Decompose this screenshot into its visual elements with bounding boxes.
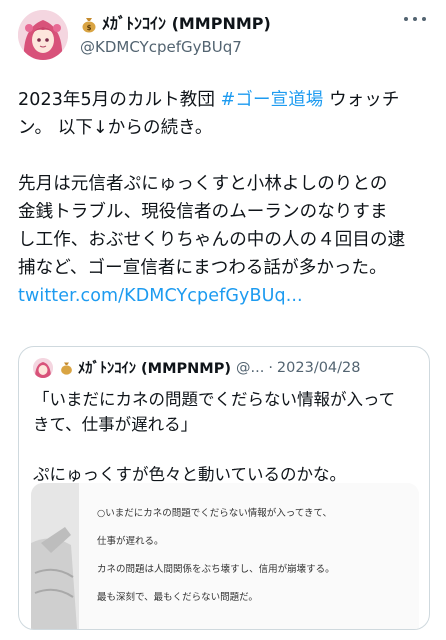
quoted-display-name-text: ﾒｶﾞﾄﾝｺｲﾝ (MMPNMP) [78, 361, 231, 377]
document-excerpt: ○いまだにカネの問題でくだらない情報が入ってきて、 仕事が遅れる。 カネの問題は… [79, 483, 419, 629]
tweet-line: 2023年5月のカルト教団 #ゴー宣道場 ウォッチ [18, 86, 430, 114]
tweet-line: ン。 以下↓からの続き。 [18, 118, 213, 138]
more-options-icon[interactable] [404, 14, 426, 24]
quoted-line: きて、仕事が遅れる」 [33, 415, 198, 434]
tweet-line: し工作、おぶせくりちゃんの中の人の４回目の逮 [18, 230, 406, 250]
author-handle[interactable]: @KDMCYcpefGyBUq7 [80, 37, 400, 57]
document-line: カネの問題は人間関係をぶち壊すし、信用が崩壊する。 [97, 564, 335, 575]
tweet-text-segment: ウォッチ [323, 90, 400, 110]
quoted-line: 「いまだにカネの問題でくだらない情報が入って [33, 390, 396, 409]
quoted-image[interactable]: ○いまだにカネの問題でくだらない情報が入ってきて、 仕事が遅れる。 カネの問題は… [31, 483, 419, 629]
document-line: 最も深刻で、最もくだらない問題だ。 [97, 592, 258, 603]
quoted-date[interactable]: 2023/04/28 [277, 360, 361, 376]
quoted-handle: @... [235, 359, 265, 376]
author-display-name-text: ﾒｶﾞﾄﾝｺｲﾝ (MMPNMP) [102, 14, 271, 33]
author-display-name[interactable]: $ ﾒｶﾞﾄﾝｺｲﾝ (MMPNMP) [80, 13, 400, 35]
avatar[interactable] [18, 10, 68, 60]
external-link[interactable]: twitter.com/KDMCYcpefGyBUq... [18, 286, 303, 306]
separator-dot: · [268, 359, 273, 376]
tweet-line: 捕など、ゴー宣信者にまつわる話が多かった。 [18, 258, 387, 278]
money-bag-icon: $ [80, 15, 98, 33]
quoted-tweet-text: 「いまだにカネの問題でくだらない情報が入って きて、仕事が遅れる」 ぷにゅっくす… [33, 387, 423, 487]
tweet-line: 先月は元信者ぷにゅっくすと小林よしのりとの [18, 174, 388, 194]
svg-text:$: $ [87, 24, 92, 32]
tweet-line: 金銭トラブル、現役信者のムーランのなりすま [18, 202, 388, 222]
tweet-text: 2023年5月のカルト教団 #ゴー宣道場 ウォッチ ン。 以下↓からの続き。 先… [18, 86, 430, 310]
money-bag-icon [59, 360, 74, 375]
tweet-header: $ ﾒｶﾞﾄﾝｺｲﾝ (MMPNMP) @KDMCYcpefGyBUq7 [18, 10, 430, 60]
quoted-display-name: ﾒｶﾞﾄﾝｺｲﾝ (MMPNMP) [59, 357, 231, 378]
quoted-tweet[interactable]: ﾒｶﾞﾄﾝｺｲﾝ (MMPNMP) @... · 2023/04/28 「いまだ… [18, 346, 430, 630]
author-names: $ ﾒｶﾞﾄﾝｺｲﾝ (MMPNMP) @KDMCYcpefGyBUq7 [80, 13, 400, 57]
document-line: 仕事が遅れる。 [97, 536, 164, 547]
document-line: ○いまだにカネの問題でくだらない情報が入ってきて、 [97, 508, 333, 519]
quoted-tweet-header: ﾒｶﾞﾄﾝｺｲﾝ (MMPNMP) @... · 2023/04/28 [33, 357, 423, 378]
tweet-text-segment: 2023年5月のカルト教団 [18, 90, 221, 110]
quoted-avatar [33, 357, 53, 378]
hashtag-link[interactable]: #ゴー宣道場 [221, 90, 324, 110]
